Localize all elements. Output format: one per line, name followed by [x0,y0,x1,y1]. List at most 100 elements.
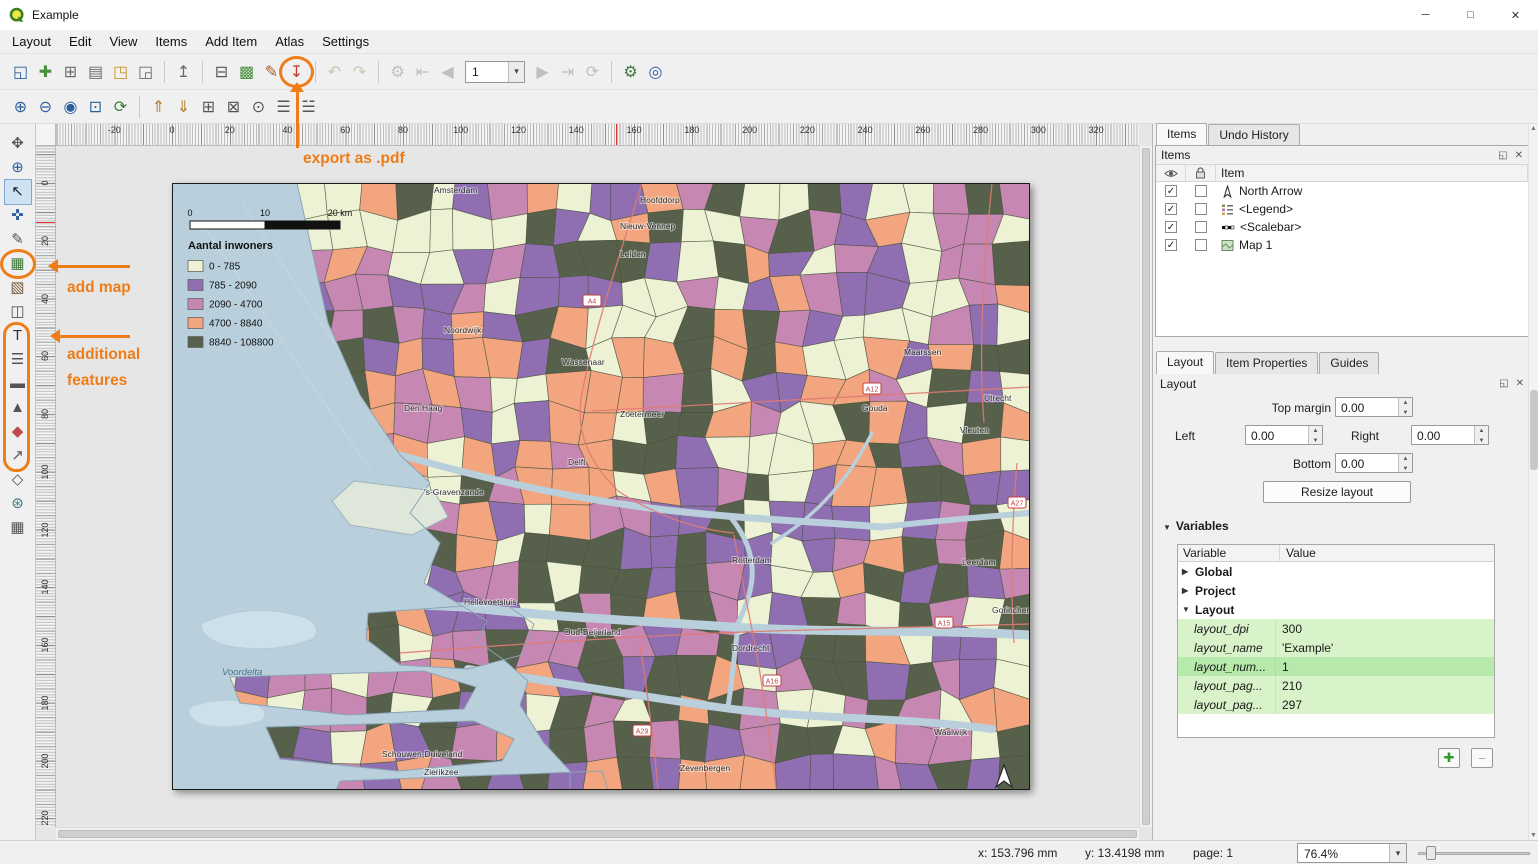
spin-arrows-icon[interactable] [1398,398,1412,416]
right-margin-spinbox[interactable]: 0.00 [1411,425,1489,445]
menu-layout[interactable]: Layout [3,31,60,52]
zoom-out-icon[interactable]: ⊖ [33,94,58,120]
bottom-margin-value[interactable]: 0.00 [1336,454,1398,472]
zoom-combo[interactable]: 76.4% [1297,843,1407,863]
close-button[interactable]: ✕ [1493,0,1538,30]
select-move-item-icon[interactable]: ↖ [5,180,31,204]
print-icon[interactable]: ⊟ [209,59,234,85]
dropdown-caret-icon[interactable] [1389,844,1406,862]
add-variable-button[interactable]: ✚ [1438,748,1460,768]
add-picture-icon[interactable]: ▧ [5,276,31,300]
item-row[interactable]: <Scalebar> [1156,218,1528,236]
group-items-icon[interactable]: ⊞ [196,94,221,120]
expand-icon[interactable]: ▶ [1182,567,1191,576]
lock-checkbox[interactable] [1195,185,1207,197]
scrollbar-thumb[interactable] [58,830,1137,838]
menu-edit[interactable]: Edit [60,31,100,52]
close-panel-icon[interactable] [1515,150,1523,161]
zoom-full-icon[interactable]: ⊡ [83,94,108,120]
zoom-slider-handle[interactable] [1426,846,1436,860]
props-tab-item-properties[interactable]: Item Properties [1215,352,1318,374]
zoom-tool-icon[interactable]: ⊕ [5,156,31,180]
spin-arrows-icon[interactable] [1308,426,1322,444]
lock-items-icon[interactable]: ⊠ [221,94,246,120]
undock-panel-icon[interactable] [1498,150,1507,161]
edit-nodes-icon[interactable]: ✎ [5,228,31,252]
canvas-vscrollbar[interactable] [1139,146,1152,827]
variable-row[interactable]: layout_pag...297 [1178,695,1494,714]
atlas-zoom-icon[interactable]: ◎ [643,59,668,85]
item-row[interactable]: <Legend> [1156,200,1528,218]
item-row[interactable]: North Arrow [1156,182,1528,200]
collapse-icon[interactable]: ▼ [1182,605,1191,614]
menu-settings[interactable]: Settings [313,31,378,52]
collapse-icon[interactable] [1163,519,1171,533]
variable-row[interactable]: layout_name'Example' [1178,638,1494,657]
expand-icon[interactable]: ▶ [1182,586,1191,595]
scrollbar-thumb[interactable] [1142,148,1150,825]
export-image-icon[interactable]: ▩ [234,59,259,85]
layout-manager-icon[interactable]: ▤ [83,59,108,85]
add-html-icon[interactable]: ⊛ [5,492,31,516]
lower-items-icon[interactable]: ⇓ [171,94,196,120]
props-tab-guides[interactable]: Guides [1319,352,1379,374]
panel-scrollbar[interactable] [1528,124,1538,840]
add-3d-map-icon[interactable]: ◫ [5,300,31,324]
dropdown-caret-icon[interactable] [508,62,524,82]
resize-layout-button[interactable]: Resize layout [1263,481,1411,503]
zoom-slider[interactable] [1418,845,1530,861]
panel-tab-items[interactable]: Items [1156,123,1207,146]
atlas-page-value[interactable]: 1 [466,62,508,82]
menu-atlas[interactable]: Atlas [266,31,313,52]
atlas-page-combo[interactable]: 1 [465,61,525,83]
remove-variable-button[interactable]: − [1471,748,1493,768]
add-attribute-table-icon[interactable]: ▦ [5,516,31,540]
props-tab-layout[interactable]: Layout [1156,351,1214,374]
undock-panel-icon[interactable] [1499,378,1508,389]
canvas-hscrollbar[interactable] [56,827,1139,840]
layout-page[interactable]: A4A12A27A15A16A29AmsterdamHoofddorpNieuw… [172,183,1030,790]
visibility-checkbox[interactable] [1165,239,1177,251]
variables-section-header[interactable]: Variables [1163,519,1229,533]
map-item[interactable]: A4A12A27A15A16A29AmsterdamHoofddorpNieuw… [172,183,1030,790]
left-margin-spinbox[interactable]: 0.00 [1245,425,1323,445]
save-as-icon[interactable]: ◲ [133,59,158,85]
pan-tool-icon[interactable]: ✥ [5,132,31,156]
export-pdf-icon[interactable]: ↧ [284,59,309,85]
save-layout-icon[interactable]: ◱ [8,59,33,85]
menu-items[interactable]: Items [146,31,196,52]
new-layout-icon[interactable]: ✚ [33,59,58,85]
close-panel-icon[interactable] [1516,378,1524,389]
export-svg-icon[interactable]: ✎ [259,59,284,85]
raise-items-icon[interactable]: ⇑ [146,94,171,120]
variable-row[interactable]: layout_num...1 [1178,657,1494,676]
visibility-checkbox[interactable] [1165,185,1177,197]
scrollbar-thumb[interactable] [1530,390,1538,470]
panel-tab-undo-history[interactable]: Undo History [1208,124,1299,146]
atlas-export-icon[interactable]: ⚙ [618,59,643,85]
bottom-margin-spinbox[interactable]: 0.00 [1335,453,1413,473]
minimize-button[interactable]: ─ [1403,0,1448,30]
spin-arrows-icon[interactable] [1398,454,1412,472]
variable-row[interactable]: ▼Layout [1178,600,1494,619]
menu-add-item[interactable]: Add Item [196,31,266,52]
variable-row[interactable]: layout_dpi300 [1178,619,1494,638]
lock-checkbox[interactable] [1195,221,1207,233]
top-margin-value[interactable]: 0.00 [1336,398,1398,416]
visibility-checkbox[interactable] [1165,203,1177,215]
zoom-in-icon[interactable]: ⊕ [8,94,33,120]
menu-view[interactable]: View [100,31,146,52]
move-content-icon[interactable]: ✜ [5,204,31,228]
variable-row[interactable]: ▶Global [1178,562,1494,581]
add-map-icon[interactable]: ▦ [5,252,31,276]
refresh-view-icon[interactable]: ⟳ [108,94,133,120]
lock-checkbox[interactable] [1195,239,1207,251]
save-template-icon[interactable]: ↥ [171,59,196,85]
layout-canvas[interactable]: -200204060801001201401601802002202402602… [36,124,1152,840]
left-margin-value[interactable]: 0.00 [1246,426,1308,444]
open-layout-icon[interactable]: ◳ [108,59,133,85]
align-items-icon[interactable]: ☰ [271,94,296,120]
top-margin-spinbox[interactable]: 0.00 [1335,397,1413,417]
right-margin-value[interactable]: 0.00 [1412,426,1474,444]
lock-checkbox[interactable] [1195,203,1207,215]
